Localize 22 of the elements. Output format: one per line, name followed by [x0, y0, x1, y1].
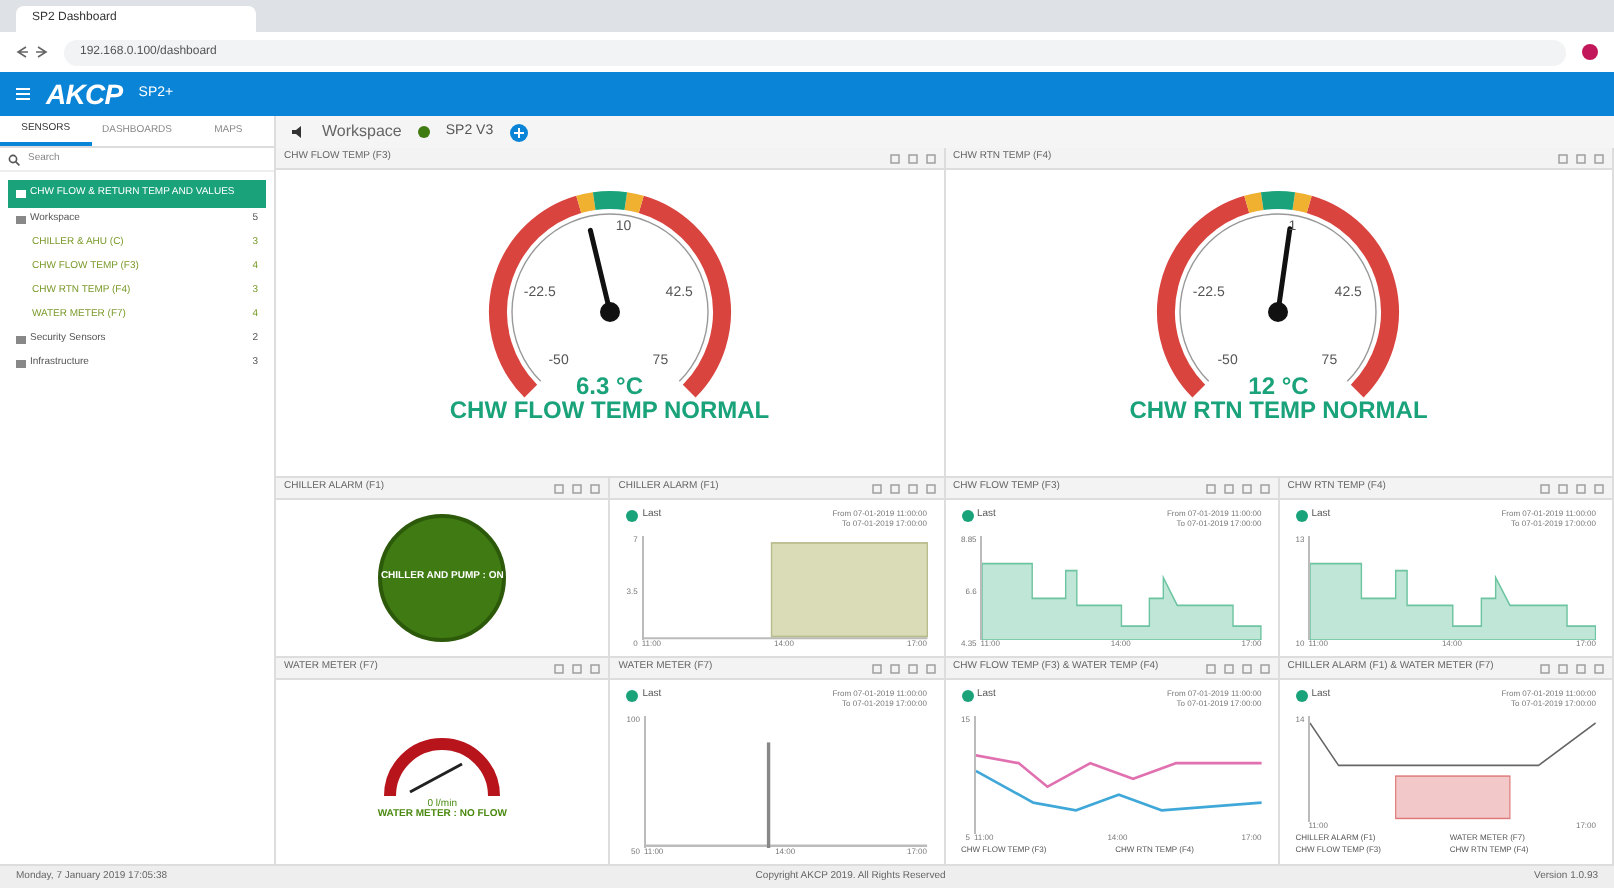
gauge-status: CHW FLOW TEMP NORMAL — [449, 398, 770, 422]
folder-icon — [16, 215, 26, 223]
workspace-dropdown[interactable]: Workspace — [322, 120, 402, 144]
legend-swatch[interactable] — [626, 509, 639, 522]
gauge-value: 6.3 °C — [576, 374, 643, 398]
legend-swatch[interactable] — [1295, 689, 1308, 702]
gauge-status: CHW RTN TEMP NORMAL — [1129, 398, 1428, 422]
folder-icon — [16, 189, 26, 198]
add-icon[interactable] — [509, 123, 528, 141]
profile-icon[interactable] — [1582, 44, 1598, 60]
speaker-icon[interactable] — [292, 126, 306, 138]
logo: AKCP — [46, 75, 123, 113]
search-icon — [8, 153, 20, 165]
folder-icon — [16, 335, 26, 343]
legend-swatch[interactable] — [961, 689, 973, 702]
nav-arrows-icon[interactable] — [16, 46, 48, 58]
legend-swatch[interactable] — [961, 509, 973, 522]
legend-swatch[interactable] — [626, 689, 639, 702]
legend-swatch[interactable] — [1295, 509, 1308, 522]
folder-icon — [16, 359, 26, 367]
gauge-value: 12 °C — [1248, 374, 1309, 398]
menu-icon[interactable] — [16, 88, 30, 100]
